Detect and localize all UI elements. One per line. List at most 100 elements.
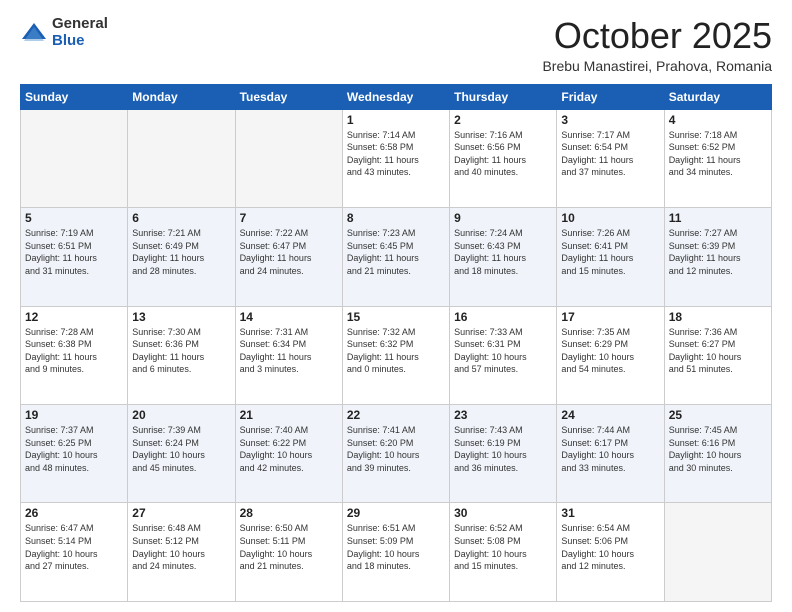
- day-number: 17: [561, 310, 659, 324]
- day-info: Sunrise: 7:36 AM Sunset: 6:27 PM Dayligh…: [669, 326, 767, 376]
- logo: General Blue: [20, 16, 108, 49]
- calendar-cell: 2Sunrise: 7:16 AM Sunset: 6:56 PM Daylig…: [450, 109, 557, 207]
- day-number: 2: [454, 113, 552, 127]
- day-info: Sunrise: 7:31 AM Sunset: 6:34 PM Dayligh…: [240, 326, 338, 376]
- day-number: 28: [240, 506, 338, 520]
- day-info: Sunrise: 7:39 AM Sunset: 6:24 PM Dayligh…: [132, 424, 230, 474]
- day-number: 31: [561, 506, 659, 520]
- day-number: 19: [25, 408, 123, 422]
- day-info: Sunrise: 7:22 AM Sunset: 6:47 PM Dayligh…: [240, 227, 338, 277]
- calendar-cell: 31 Sunrise: 6:54 AM Sunset: 5:06 PM Dayli…: [557, 503, 664, 602]
- day-number: 8: [347, 211, 445, 225]
- day-info: Sunrise: 7:32 AM Sunset: 6:32 PM Dayligh…: [347, 326, 445, 376]
- calendar-cell: 17 Sunrise: 7:35 AM Sunset: 6:29 PM Dayli…: [557, 306, 664, 404]
- day-number: 9: [454, 211, 552, 225]
- day-info: Sunrise: 7:35 AM Sunset: 6:29 PM Dayligh…: [561, 326, 659, 376]
- day-info: Sunrise: 6:47 AM Sunset: 5:14 PM Dayligh…: [25, 522, 123, 572]
- day-info: Sunrise: 6:48 AM Sunset: 5:12 PM Dayligh…: [132, 522, 230, 572]
- calendar-week-row: 26 Sunrise: 6:47 AM Sunset: 5:14 PM Dayli…: [21, 503, 772, 602]
- calendar-cell: 21 Sunrise: 7:40 AM Sunset: 6:22 PM Dayli…: [235, 405, 342, 503]
- month-title: October 2025: [542, 16, 772, 56]
- day-number: 3: [561, 113, 659, 127]
- day-info: Sunrise: 7:37 AM Sunset: 6:25 PM Dayligh…: [25, 424, 123, 474]
- calendar-table: SundayMondayTuesdayWednesdayThursdayFrid…: [20, 84, 772, 602]
- day-number: 12: [25, 310, 123, 324]
- calendar-cell: 7 Sunrise: 7:22 AM Sunset: 6:47 PM Daylig…: [235, 208, 342, 306]
- logo-icon: [20, 19, 48, 47]
- calendar-cell: 10Sunrise: 7:26 AM Sunset: 6:41 PM Dayli…: [557, 208, 664, 306]
- day-number: 7: [240, 211, 338, 225]
- day-number: 4: [669, 113, 767, 127]
- calendar-cell: 9 Sunrise: 7:24 AM Sunset: 6:43 PM Daylig…: [450, 208, 557, 306]
- day-number: 16: [454, 310, 552, 324]
- day-of-week-header: Monday: [128, 84, 235, 109]
- day-info: Sunrise: 7:14 AM Sunset: 6:58 PM Dayligh…: [347, 129, 445, 179]
- calendar-cell: 16 Sunrise: 7:33 AM Sunset: 6:31 PM Dayli…: [450, 306, 557, 404]
- day-info: Sunrise: 7:27 AM Sunset: 6:39 PM Dayligh…: [669, 227, 767, 277]
- header-right: October 2025 Brebu Manastirei, Prahova, …: [542, 16, 772, 74]
- day-info: Sunrise: 7:17 AM Sunset: 6:54 PM Dayligh…: [561, 129, 659, 179]
- day-number: 22: [347, 408, 445, 422]
- calendar-cell: 27Sunrise: 6:48 AM Sunset: 5:12 PM Dayli…: [128, 503, 235, 602]
- calendar-week-row: 19 Sunrise: 7:37 AM Sunset: 6:25 PM Dayli…: [21, 405, 772, 503]
- page: General Blue October 2025 Brebu Manastir…: [0, 0, 792, 612]
- day-number: 14: [240, 310, 338, 324]
- calendar-cell: 19 Sunrise: 7:37 AM Sunset: 6:25 PM Dayli…: [21, 405, 128, 503]
- calendar-cell: 14 Sunrise: 7:31 AM Sunset: 6:34 PM Dayli…: [235, 306, 342, 404]
- day-info: Sunrise: 7:18 AM Sunset: 6:52 PM Dayligh…: [669, 129, 767, 179]
- day-number: 1: [347, 113, 445, 127]
- calendar-cell: [664, 503, 771, 602]
- calendar-week-row: 12 Sunrise: 7:28 AM Sunset: 6:38 PM Dayli…: [21, 306, 772, 404]
- day-number: 23: [454, 408, 552, 422]
- calendar-cell: 26 Sunrise: 6:47 AM Sunset: 5:14 PM Dayli…: [21, 503, 128, 602]
- calendar-cell: [128, 109, 235, 207]
- day-info: Sunrise: 7:44 AM Sunset: 6:17 PM Dayligh…: [561, 424, 659, 474]
- day-of-week-header: Wednesday: [342, 84, 449, 109]
- day-info: Sunrise: 7:40 AM Sunset: 6:22 PM Dayligh…: [240, 424, 338, 474]
- day-info: Sunrise: 6:50 AM Sunset: 5:11 PM Dayligh…: [240, 522, 338, 572]
- calendar-cell: 30 Sunrise: 6:52 AM Sunset: 5:08 PM Dayli…: [450, 503, 557, 602]
- day-number: 21: [240, 408, 338, 422]
- calendar-cell: 3 Sunrise: 7:17 AM Sunset: 6:54 PM Daylig…: [557, 109, 664, 207]
- calendar-cell: 12 Sunrise: 7:28 AM Sunset: 6:38 PM Dayli…: [21, 306, 128, 404]
- day-of-week-header: Sunday: [21, 84, 128, 109]
- day-info: Sunrise: 7:24 AM Sunset: 6:43 PM Dayligh…: [454, 227, 552, 277]
- calendar-cell: [235, 109, 342, 207]
- day-info: Sunrise: 7:30 AM Sunset: 6:36 PM Dayligh…: [132, 326, 230, 376]
- day-info: Sunrise: 7:43 AM Sunset: 6:19 PM Dayligh…: [454, 424, 552, 474]
- day-number: 13: [132, 310, 230, 324]
- day-number: 15: [347, 310, 445, 324]
- day-number: 6: [132, 211, 230, 225]
- calendar-cell: 20 Sunrise: 7:39 AM Sunset: 6:24 PM Dayli…: [128, 405, 235, 503]
- day-number: 24: [561, 408, 659, 422]
- day-info: Sunrise: 6:54 AM Sunset: 5:06 PM Dayligh…: [561, 522, 659, 572]
- calendar-cell: 25 Sunrise: 7:45 AM Sunset: 6:16 PM Dayli…: [664, 405, 771, 503]
- day-info: Sunrise: 7:28 AM Sunset: 6:38 PM Dayligh…: [25, 326, 123, 376]
- calendar-cell: [21, 109, 128, 207]
- calendar-week-row: 1 Sunrise: 7:14 AM Sunset: 6:58 PM Daylig…: [21, 109, 772, 207]
- logo-text: General Blue: [52, 16, 108, 49]
- day-info: Sunrise: 6:52 AM Sunset: 5:08 PM Dayligh…: [454, 522, 552, 572]
- calendar-cell: 4 Sunrise: 7:18 AM Sunset: 6:52 PM Daylig…: [664, 109, 771, 207]
- day-number: 10: [561, 211, 659, 225]
- day-number: 11: [669, 211, 767, 225]
- day-info: Sunrise: 6:51 AM Sunset: 5:09 PM Dayligh…: [347, 522, 445, 572]
- day-number: 18: [669, 310, 767, 324]
- location: Brebu Manastirei, Prahova, Romania: [542, 58, 772, 74]
- day-of-week-header: Saturday: [664, 84, 771, 109]
- day-info: Sunrise: 7:45 AM Sunset: 6:16 PM Dayligh…: [669, 424, 767, 474]
- day-number: 25: [669, 408, 767, 422]
- day-number: 20: [132, 408, 230, 422]
- day-number: 26: [25, 506, 123, 520]
- day-of-week-header: Tuesday: [235, 84, 342, 109]
- day-info: Sunrise: 7:23 AM Sunset: 6:45 PM Dayligh…: [347, 227, 445, 277]
- day-info: Sunrise: 7:41 AM Sunset: 6:20 PM Dayligh…: [347, 424, 445, 474]
- day-info: Sunrise: 7:33 AM Sunset: 6:31 PM Dayligh…: [454, 326, 552, 376]
- calendar-cell: 13 Sunrise: 7:30 AM Sunset: 6:36 PM Dayli…: [128, 306, 235, 404]
- day-number: 30: [454, 506, 552, 520]
- calendar-cell: 28 Sunrise: 6:50 AM Sunset: 5:11 PM Dayli…: [235, 503, 342, 602]
- calendar-header-row: SundayMondayTuesdayWednesdayThursdayFrid…: [21, 84, 772, 109]
- calendar-cell: 22 Sunrise: 7:41 AM Sunset: 6:20 PM Dayli…: [342, 405, 449, 503]
- calendar-cell: 11 Sunrise: 7:27 AM Sunset: 6:39 PM Dayli…: [664, 208, 771, 306]
- logo-general-text: General: [52, 16, 108, 33]
